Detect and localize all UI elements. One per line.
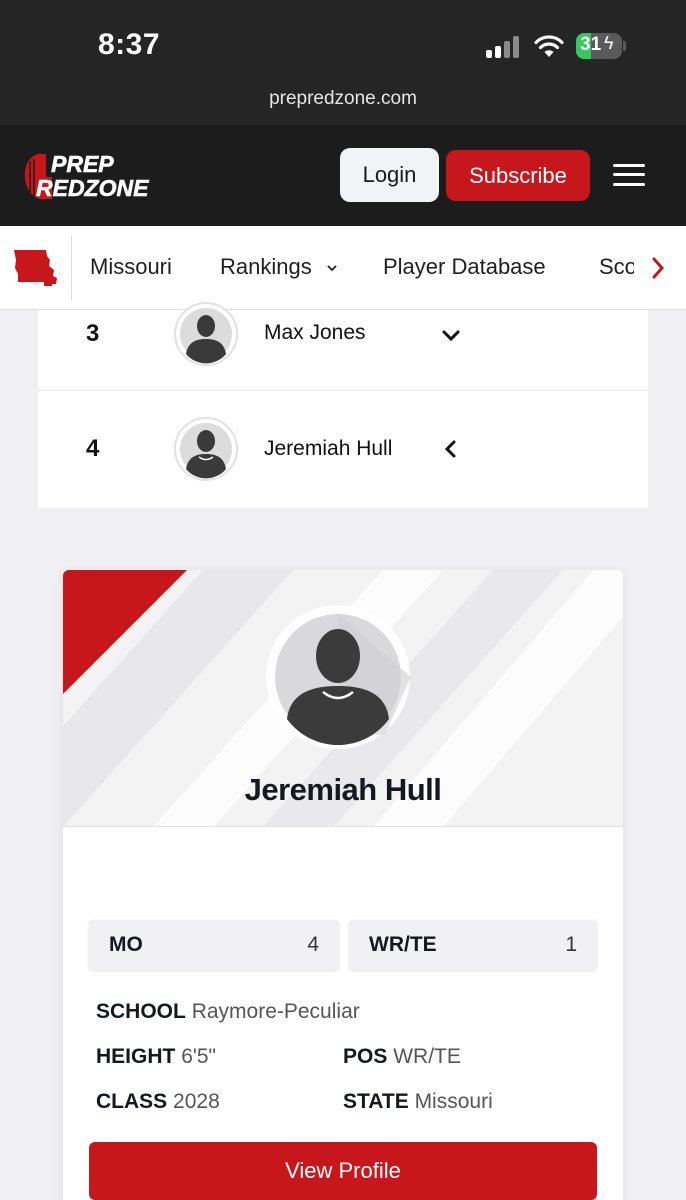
subscribe-button[interactable]: Subscribe: [446, 150, 590, 201]
player-name: Jeremiah Hull: [264, 437, 393, 460]
class-info: CLASS 2028: [96, 1090, 220, 1113]
login-button[interactable]: Login: [340, 148, 439, 202]
stat-label: MO: [109, 933, 143, 956]
status-time: 8:37: [98, 28, 161, 61]
player-profile-card: Jeremiah Hull MO 4 WR/TE 1 SCHOOL Raymor…: [63, 570, 623, 1200]
svg-text:REDZONE: REDZONE: [36, 175, 149, 201]
player-avatar: [174, 417, 238, 481]
ranking-row[interactable]: 4 Jeremiah Hull: [38, 391, 648, 508]
stat-label: WR/TE: [369, 933, 437, 956]
stat-value: 4: [307, 933, 319, 956]
chevron-right-icon: [652, 257, 665, 279]
player-avatar: [174, 302, 238, 366]
site-header: PREP REDZONE Login Subscribe: [0, 125, 686, 226]
view-profile-button[interactable]: View Profile: [89, 1142, 597, 1200]
missouri-state-icon[interactable]: [12, 248, 58, 288]
nav-item-scouting[interactable]: Sco: [599, 254, 634, 280]
rank-number: 4: [86, 435, 100, 462]
menu-icon[interactable]: [613, 162, 645, 188]
ranking-row[interactable]: 3 Max Jones: [38, 302, 648, 391]
position-info: POS WR/TE: [343, 1045, 461, 1068]
svg-text:PREP: PREP: [51, 151, 114, 177]
height-info: HEIGHT 6'5": [96, 1045, 217, 1068]
nav-scroll-right-button[interactable]: [634, 226, 686, 309]
cellular-signal-icon: [486, 36, 522, 58]
prep-redzone-logo[interactable]: PREP REDZONE: [24, 151, 169, 201]
chevron-left-icon[interactable]: [440, 438, 462, 460]
state-rank-stat: MO 4: [89, 920, 339, 970]
profile-card-header: Jeremiah Hull: [63, 570, 623, 827]
chevron-down-icon[interactable]: [440, 324, 462, 346]
position-rank-stat: WR/TE 1: [349, 920, 597, 970]
battery-percent: 31: [580, 34, 602, 55]
wifi-icon: [534, 35, 564, 57]
nav-item-rankings[interactable]: Rankings: [220, 254, 338, 280]
stat-value: 1: [565, 933, 577, 956]
rank-number: 3: [86, 320, 100, 347]
state-nav: Missouri Rankings Player Database Sco: [0, 226, 686, 310]
state-info: STATE Missouri: [343, 1090, 493, 1113]
nav-item-player-database[interactable]: Player Database: [383, 254, 546, 280]
player-name: Max Jones: [264, 321, 366, 344]
address-bar-url[interactable]: prepredzone.com: [0, 88, 686, 110]
profile-player-name: Jeremiah Hull: [244, 772, 442, 807]
nav-item-missouri[interactable]: Missouri: [90, 254, 172, 280]
player-photo-placeholder: [266, 605, 411, 749]
chevron-down-icon: [327, 265, 337, 272]
nav-item-rankings-label: Rankings: [220, 254, 312, 279]
school-info: SCHOOL Raymore-Peculiar: [96, 1000, 360, 1023]
rankings-list: 3 Max Jones 4 Jeremiah Hull: [38, 302, 648, 508]
status-bar: 8:37 31 ϟ prepredzone.com: [0, 0, 686, 125]
battery-icon: 31 ϟ: [576, 33, 622, 59]
